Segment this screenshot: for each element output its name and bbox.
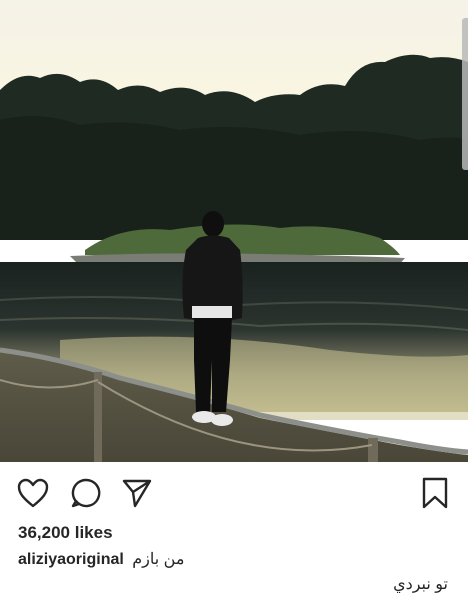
heart-icon[interactable] bbox=[16, 476, 50, 510]
post-action-bar bbox=[0, 462, 468, 520]
post-caption: aliziyaoriginal من بازم bbox=[18, 549, 184, 569]
comment-icon[interactable] bbox=[69, 476, 103, 510]
post-photo[interactable] bbox=[0, 0, 468, 462]
bookmark-icon[interactable] bbox=[418, 476, 452, 510]
caption-text: من بازم bbox=[132, 551, 185, 568]
scrollbar-thumb[interactable] bbox=[462, 18, 468, 170]
likes-count[interactable]: 36,200 likes bbox=[18, 523, 113, 543]
caption-username[interactable]: aliziyaoriginal bbox=[18, 551, 124, 568]
caption-text-line-2: تو نبردي bbox=[393, 576, 448, 593]
send-icon[interactable] bbox=[120, 476, 154, 510]
post-photo-image bbox=[0, 0, 468, 462]
